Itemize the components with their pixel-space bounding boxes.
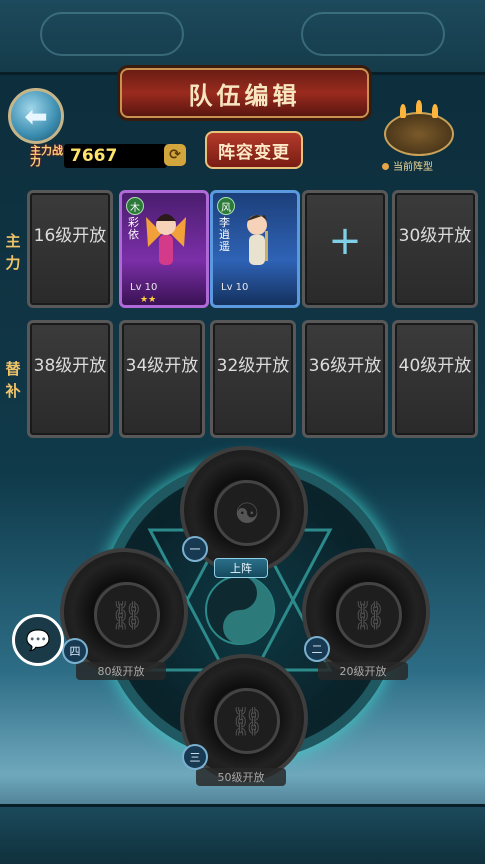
seat-bottom-label: 50级开放 (196, 768, 286, 786)
plus-icon: + (328, 218, 362, 264)
lock-icon: ⛓ (336, 582, 402, 648)
chat-bubble-icon[interactable]: 💬 (12, 614, 64, 666)
slot-lock-text: 40级开放 (398, 356, 472, 376)
formation-icon[interactable] (384, 100, 454, 156)
page-title: 队伍编辑 (188, 81, 301, 110)
hero-name: 李逍遥 (219, 216, 230, 253)
sub-slot-1[interactable]: 38级开放 (27, 320, 113, 438)
seat-top-label: 上阵 (214, 558, 268, 578)
top-decoration-band (0, 0, 485, 75)
slot-lock-text: 34级开放 (125, 356, 199, 376)
sub-slot-4[interactable]: 36级开放 (302, 320, 388, 438)
seat-number-1: 一 (182, 536, 208, 562)
add-hero-slot[interactable]: + (302, 190, 388, 308)
main-slot-5[interactable]: 30级开放 (392, 190, 478, 308)
hero-portrait-icon (146, 214, 186, 265)
slot-lock-text: 30级开放 (398, 226, 472, 246)
sub-slot-3[interactable]: 32级开放 (210, 320, 296, 438)
slot-lock-text: 16级开放 (33, 226, 107, 246)
seat-number-4: 四 (62, 638, 88, 664)
formation-label: 当前阵型 (382, 158, 433, 173)
seat-left-label: 80级开放 (76, 662, 166, 680)
hero-name: 彩依 (128, 216, 139, 241)
slot-lock-text: 36级开放 (308, 356, 382, 376)
formation-wheel: ☯ 上阵 一 ⛓ 80级开放 四 ⛓ 20级开放 二 ⛓ 50级开放 三 (60, 440, 430, 786)
title-plate: 队伍编辑 (120, 68, 369, 118)
bottom-decoration-band (0, 804, 485, 864)
lineup-change-button[interactable]: 阵容变更 (205, 131, 303, 169)
lock-icon: ⛓ (94, 582, 160, 648)
back-arrow-icon: ⬅ (24, 99, 48, 133)
seat-number-2: 二 (304, 636, 330, 662)
back-button[interactable]: ⬅ (8, 88, 64, 144)
lock-icon: ⛓ (214, 688, 280, 754)
main-slot-1[interactable]: 16级开放 (27, 190, 113, 308)
wind-element-icon: 风 (217, 197, 235, 215)
seat-number-3: 三 (182, 744, 208, 770)
sub-slot-5[interactable]: 40级开放 (392, 320, 478, 438)
yin-yang-icon: ☯ (214, 480, 280, 546)
sub-slot-2[interactable]: 34级开放 (119, 320, 205, 438)
slot-lock-text: 32级开放 (216, 356, 290, 376)
refresh-icon[interactable]: ⟳ (164, 144, 186, 166)
hero-portrait-icon (247, 215, 268, 265)
main-row-label: 主力 (5, 232, 21, 272)
slot-lock-text: 38级开放 (33, 356, 107, 376)
seat-right-label: 20级开放 (318, 662, 408, 680)
wood-element-icon: 木 (126, 197, 144, 215)
power-value: 7667 (64, 144, 168, 168)
power-display: 主力战力 7667 ⟳ (30, 142, 186, 170)
sub-row-label: 替补 (5, 360, 21, 400)
hero-card-caiyi[interactable]: 木 彩依 Lv 10 ★★ (119, 190, 209, 308)
hero-card-lixiaoyao[interactable]: 风 李逍遥 Lv 10 (210, 190, 300, 308)
hero-level: Lv 10 (221, 282, 249, 293)
power-label: 主力战力 (30, 144, 63, 168)
hero-stars: ★★ (140, 295, 157, 305)
hero-level: Lv 10 (130, 282, 158, 293)
